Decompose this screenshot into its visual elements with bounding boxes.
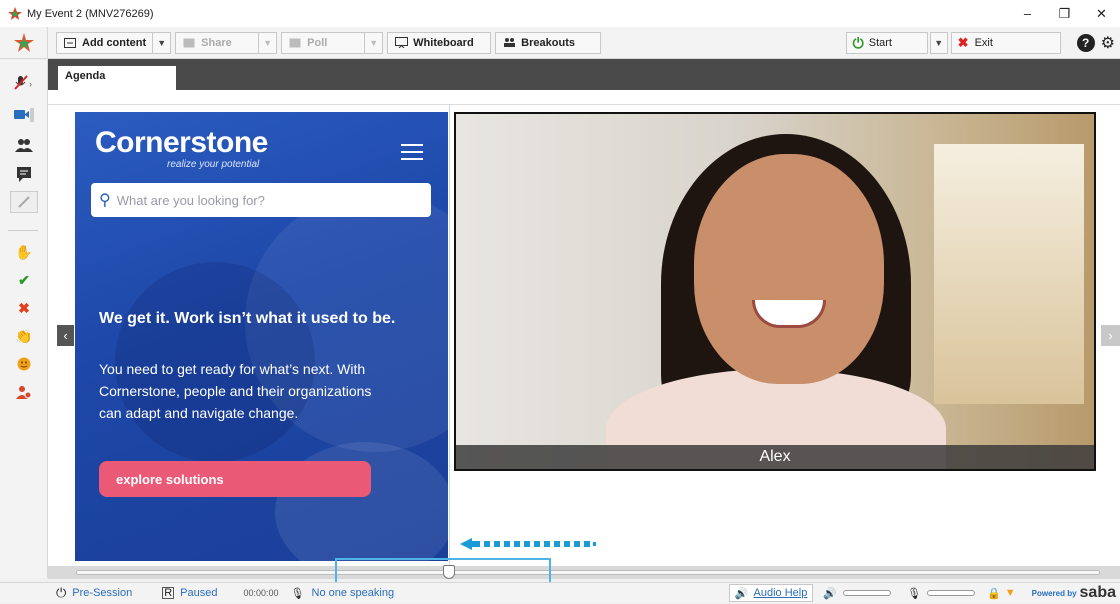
power-icon: ⏻ xyxy=(852,34,864,51)
session-state: ⏻ Pre-Session xyxy=(56,585,133,600)
raise-hand-icon[interactable]: ✋ xyxy=(10,241,38,263)
stage-divider xyxy=(48,104,1120,105)
share-dropdown[interactable]: ▼ xyxy=(259,31,278,54)
volume-icon: 🔊 xyxy=(823,587,838,600)
status-bar: ⏻ Pre-Session R Paused 00:00:00 🎙 No one… xyxy=(0,582,1120,603)
chevron-left-icon: ‹ xyxy=(63,328,68,343)
sidebar-divider xyxy=(8,230,38,231)
web-body-text: You need to get ready for what’s next. W… xyxy=(99,361,372,421)
chevron-down-icon: ▼ xyxy=(263,37,273,48)
add-content-icon xyxy=(63,37,77,49)
saba-brand-logo: saba xyxy=(1079,584,1116,601)
exit-x-icon: ✖ xyxy=(957,35,969,50)
recording-icon: R xyxy=(162,587,175,599)
svg-text:›: › xyxy=(29,79,32,89)
close-button[interactable]: ✕ xyxy=(1083,0,1120,27)
explore-solutions-button[interactable]: explore solutions xyxy=(99,461,371,497)
cornerstone-tagline: realize your potential xyxy=(167,159,260,170)
gear-icon[interactable]: ⚙ xyxy=(1101,33,1115,53)
whiteboard-button[interactable]: Whiteboard xyxy=(387,31,492,54)
x-icon[interactable]: ✖ xyxy=(10,297,38,319)
attendees-icon[interactable] xyxy=(10,134,38,156)
previous-slide-button[interactable]: ‹ xyxy=(57,325,74,346)
background-shape xyxy=(275,442,448,561)
next-slide-button[interactable]: › xyxy=(1101,325,1120,346)
emoji-icon[interactable] xyxy=(10,353,38,375)
web-headline: We get it. Work isn’t what it used to be… xyxy=(99,310,396,327)
layout-scrollbar[interactable] xyxy=(48,565,1120,579)
start-button[interactable]: ⏻ Start xyxy=(845,32,928,54)
chevron-down-icon: ▼ xyxy=(157,37,167,48)
window-title: My Event 2 (MNV276269) xyxy=(27,7,154,20)
search-icon: ⚲ xyxy=(99,192,111,209)
mic-volume-slider[interactable] xyxy=(927,590,976,596)
participant-face xyxy=(694,154,884,384)
left-sidebar: › ✋ ✔ ✖ 👏 xyxy=(0,60,48,578)
whiteboard-icon xyxy=(394,37,408,49)
drag-hint-arrow-icon xyxy=(460,538,596,550)
add-content-button[interactable]: Add content xyxy=(56,31,154,54)
main-toolbar: Add content ▼ Share ▼ Poll ▼ Whiteboard … xyxy=(0,26,1120,59)
restore-button[interactable]: ❐ xyxy=(1046,0,1083,27)
web-search-input[interactable]: ⚲ What are you looking for? xyxy=(91,183,431,217)
power-icon: ⏻ xyxy=(56,585,67,600)
video-panel: Alex xyxy=(454,112,1096,471)
audio-help-button[interactable]: 🔊 Audio Help xyxy=(728,584,814,602)
network-icon: ▼ xyxy=(1004,587,1016,599)
saba-logo-icon xyxy=(0,26,48,59)
speaker-volume-slider[interactable] xyxy=(843,590,892,596)
title-bar: My Event 2 (MNV276269) – ❐ ✕ xyxy=(0,0,1120,27)
share-icon xyxy=(182,37,196,49)
help-icon[interactable]: ? xyxy=(1076,34,1095,52)
check-icon[interactable]: ✔ xyxy=(10,269,38,291)
recording-status[interactable]: R Paused xyxy=(162,583,217,604)
chevron-down-icon: ▼ xyxy=(934,38,944,48)
minimize-button[interactable]: – xyxy=(1009,0,1046,27)
shared-web-panel: Cornerstone realize your potential ⚲ Wha… xyxy=(75,112,448,561)
content-tabstrip: Agenda xyxy=(48,59,1120,90)
scroll-track[interactable] xyxy=(76,570,1100,575)
applause-icon[interactable]: 👏 xyxy=(10,325,38,347)
add-content-dropdown[interactable]: ▼ xyxy=(153,31,172,54)
pen-icon[interactable] xyxy=(10,191,38,213)
lock-icon[interactable]: 🔒 xyxy=(987,587,1001,600)
app-logo-icon xyxy=(7,6,23,22)
poll-icon xyxy=(288,37,302,49)
speaker-status: 🎙 No one speaking xyxy=(290,587,395,600)
tab-agenda[interactable]: Agenda xyxy=(58,66,176,90)
participant-video: Alex xyxy=(456,114,1094,469)
mic-level-icon: 🎙 xyxy=(907,587,922,600)
start-dropdown[interactable]: ▼ xyxy=(929,32,948,54)
chevron-down-icon: ▼ xyxy=(369,37,379,48)
participant-name-label: Alex xyxy=(456,445,1094,469)
poll-button[interactable]: Poll xyxy=(281,31,366,54)
camera-icon[interactable] xyxy=(10,104,38,126)
mic-muted-icon[interactable]: › xyxy=(10,72,38,94)
session-timer: 00:00:00 xyxy=(243,588,279,598)
user-away-icon[interactable] xyxy=(10,381,38,403)
panel-splitter[interactable] xyxy=(449,105,450,565)
cornerstone-logo: Cornerstone xyxy=(95,126,268,159)
powered-by-label: Powered by xyxy=(1031,588,1077,598)
breakouts-button[interactable]: Breakouts xyxy=(495,31,602,54)
breakouts-icon xyxy=(502,37,516,49)
exit-button[interactable]: ✖ Exit xyxy=(950,32,1061,54)
poll-dropdown[interactable]: ▼ xyxy=(365,31,384,54)
speaker-icon: 🔊 xyxy=(734,587,749,600)
chat-icon[interactable] xyxy=(10,163,38,185)
window-background xyxy=(934,144,1084,404)
chevron-right-icon: › xyxy=(1108,328,1113,343)
share-button[interactable]: Share xyxy=(175,31,260,54)
menu-icon[interactable] xyxy=(401,144,423,160)
mic-icon: 🎙 xyxy=(290,587,305,600)
